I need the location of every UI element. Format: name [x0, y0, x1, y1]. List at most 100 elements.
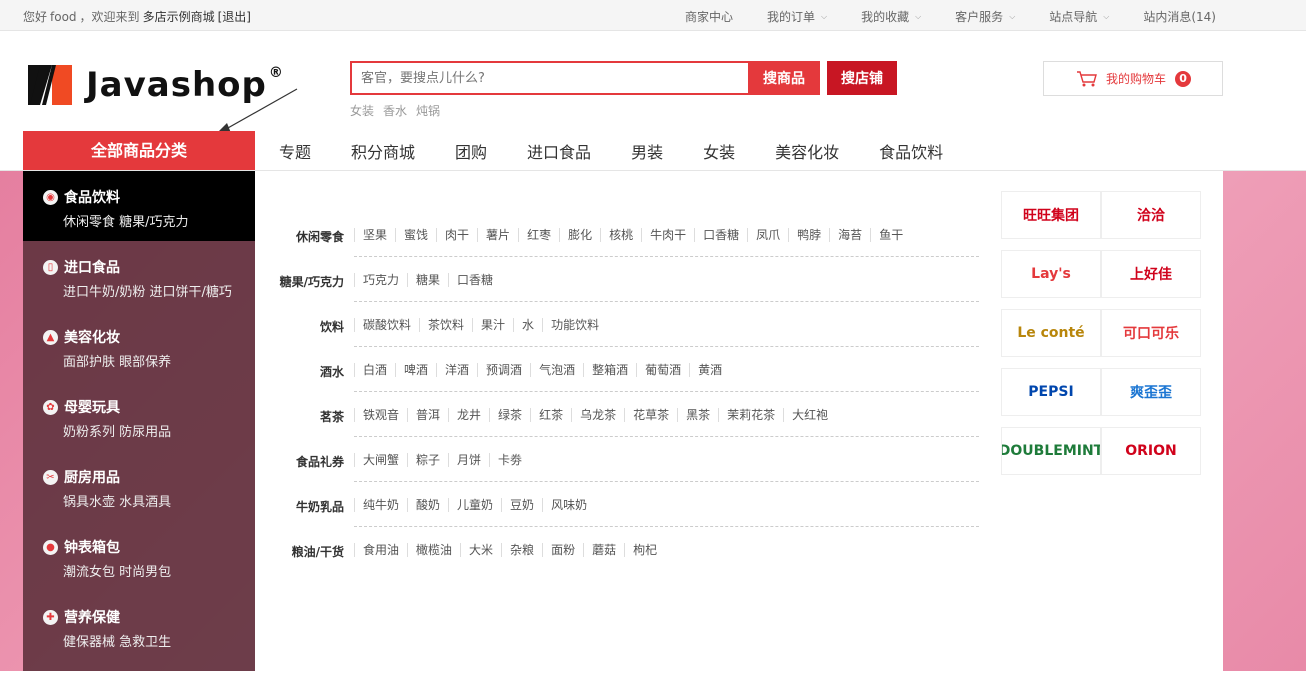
brand-logo[interactable]: 上好佳	[1101, 250, 1201, 298]
subcategory-title[interactable]: 牛奶乳品	[255, 486, 344, 531]
subcategory-link[interactable]: 豆奶	[501, 498, 542, 512]
category-item[interactable]: ✿ 母婴玩具 奶粉系列 防尿用品	[23, 381, 255, 451]
subcategory-link[interactable]: 红枣	[518, 228, 559, 242]
nav-item-3[interactable]: 进口食品	[527, 139, 591, 163]
subcategory-link[interactable]: 酸奶	[407, 498, 448, 512]
subcategory-link[interactable]: 牛肉干	[641, 228, 694, 242]
category-item[interactable]: ▲ 美容化妆 面部护肤 眼部保养	[23, 311, 255, 381]
subcategory-link[interactable]: 乌龙茶	[571, 408, 624, 422]
subcategory-link[interactable]: 橄榄油	[407, 543, 460, 557]
subcategory-link[interactable]: 果汁	[472, 318, 513, 332]
subcategory-title[interactable]: 食品礼券	[255, 441, 344, 486]
brand-logo[interactable]: 洽洽	[1101, 191, 1201, 239]
category-item[interactable]: ✂ 厨房用品 锅具水壶 水具酒具	[23, 451, 255, 521]
brand-logo[interactable]: DOUBLEMINT	[1001, 427, 1101, 475]
logout-link[interactable]: [退出]	[218, 10, 251, 24]
subcategory-link[interactable]: 黄酒	[689, 363, 730, 377]
subcategory-link[interactable]: 茶饮料	[419, 318, 472, 332]
category-item[interactable]: ▯ 进口食品 进口牛奶/奶粉 进口饼干/糖巧	[23, 241, 255, 311]
subcategory-link[interactable]: 巧克力	[354, 273, 407, 287]
subcategory-link[interactable]: 鸭脖	[788, 228, 829, 242]
subcategory-link[interactable]: 杂粮	[501, 543, 542, 557]
top-link-5[interactable]: 站内消息(14)	[1143, 8, 1216, 25]
subcategory-link[interactable]: 洋酒	[436, 363, 477, 377]
subcategory-link[interactable]: 凤爪	[747, 228, 788, 242]
subcategory-link[interactable]: 啤酒	[395, 363, 436, 377]
subcategory-link[interactable]: 碳酸饮料	[354, 318, 419, 332]
category-item[interactable]: ● 钟表箱包 潮流女包 时尚男包	[23, 521, 255, 591]
subcategory-link[interactable]: 膨化	[559, 228, 600, 242]
subcategory-link[interactable]: 功能饮料	[542, 318, 607, 332]
subcategory-title[interactable]: 饮料	[255, 306, 344, 351]
subcategory-link[interactable]: 坚果	[354, 228, 395, 242]
top-link-3[interactable]: 客户服务 ⌵	[955, 8, 1015, 25]
search-shop-button[interactable]: 搜店铺	[827, 61, 897, 95]
subcategory-link[interactable]: 普洱	[407, 408, 448, 422]
subcategory-title[interactable]: 糖果/巧克力	[255, 261, 344, 306]
subcategory-link[interactable]: 龙井	[448, 408, 489, 422]
brand-logo[interactable]: PEPSI	[1001, 368, 1101, 416]
nav-item-7[interactable]: 食品饮料	[879, 139, 943, 163]
brand-logo[interactable]: 爽歪歪	[1101, 368, 1201, 416]
subcategory-link[interactable]: 卡劵	[489, 453, 530, 467]
subcategory-title[interactable]: 休闲零食	[255, 216, 344, 261]
subcategory-link[interactable]: 花草茶	[624, 408, 677, 422]
subcategory-link[interactable]: 海苔	[829, 228, 870, 242]
hot-word-link[interactable]: 炖锅	[416, 102, 440, 119]
subcategory-link[interactable]: 蘑菇	[583, 543, 624, 557]
subcategory-link[interactable]: 葡萄酒	[636, 363, 689, 377]
top-link-1[interactable]: 我的订单 ⌵	[767, 8, 827, 25]
subcategory-link[interactable]: 铁观音	[354, 408, 407, 422]
subcategory-link[interactable]: 大红袍	[783, 408, 836, 422]
subcategory-link[interactable]: 黑茶	[677, 408, 718, 422]
subcategory-link[interactable]: 预调酒	[477, 363, 530, 377]
subcategory-link[interactable]: 蜜饯	[395, 228, 436, 242]
subcategory-link[interactable]: 薯片	[477, 228, 518, 242]
top-link-4[interactable]: 站点导航 ⌵	[1049, 8, 1109, 25]
brand-logo[interactable]: ORION	[1101, 427, 1201, 475]
subcategory-link[interactable]: 整箱酒	[583, 363, 636, 377]
subcategory-link[interactable]: 儿童奶	[448, 498, 501, 512]
subcategory-link[interactable]: 面粉	[542, 543, 583, 557]
subcategory-link[interactable]: 月饼	[448, 453, 489, 467]
search-goods-button[interactable]: 搜商品	[748, 61, 820, 95]
brand-logo[interactable]: Lay's	[1001, 250, 1101, 298]
all-categories-button[interactable]: 全部商品分类	[23, 131, 255, 171]
nav-item-0[interactable]: 专题	[279, 139, 311, 163]
subcategory-link[interactable]: 红茶	[530, 408, 571, 422]
subcategory-link[interactable]: 纯牛奶	[354, 498, 407, 512]
subcategory-link[interactable]: 气泡酒	[530, 363, 583, 377]
category-item[interactable]: ◉ 食品饮料 休闲零食 糖果/巧克力	[23, 171, 255, 241]
subcategory-link[interactable]: 口香糖	[448, 273, 501, 287]
nav-item-2[interactable]: 团购	[455, 139, 487, 163]
subcategory-link[interactable]: 粽子	[407, 453, 448, 467]
subcategory-link[interactable]: 水	[513, 318, 542, 332]
brand-logo[interactable]: Le conté	[1001, 309, 1101, 357]
nav-item-4[interactable]: 男装	[631, 139, 663, 163]
category-item[interactable]: ✚ 营养保健 健保器械 急救卫生	[23, 591, 255, 661]
subcategory-link[interactable]: 大米	[460, 543, 501, 557]
subcategory-link[interactable]: 糖果	[407, 273, 448, 287]
subcategory-link[interactable]: 食用油	[354, 543, 407, 557]
subcategory-link[interactable]: 大闸蟹	[354, 453, 407, 467]
subcategory-link[interactable]: 核桃	[600, 228, 641, 242]
search-input[interactable]	[350, 61, 748, 95]
brand-logo[interactable]: 可口可乐	[1101, 309, 1201, 357]
subcategory-link[interactable]: 枸杞	[624, 543, 665, 557]
subcategory-title[interactable]: 粮油/干货	[255, 531, 344, 576]
subcategory-link[interactable]: 茉莉花茶	[718, 408, 783, 422]
subcategory-title[interactable]: 酒水	[255, 351, 344, 396]
hot-word-link[interactable]: 香水	[383, 102, 407, 119]
subcategory-title[interactable]: 茗茶	[255, 396, 344, 441]
nav-item-6[interactable]: 美容化妆	[775, 139, 839, 163]
subcategory-link[interactable]: 绿茶	[489, 408, 530, 422]
subcategory-link[interactable]: 鱼干	[870, 228, 911, 242]
top-link-0[interactable]: 商家中心	[685, 8, 733, 25]
subcategory-link[interactable]: 肉干	[436, 228, 477, 242]
cart-button[interactable]: 我的购物车 0	[1043, 61, 1223, 96]
hot-word-link[interactable]: 女装	[350, 102, 374, 119]
subcategory-link[interactable]: 口香糖	[694, 228, 747, 242]
nav-item-1[interactable]: 积分商城	[351, 139, 415, 163]
subcategory-link[interactable]: 白酒	[354, 363, 395, 377]
top-link-2[interactable]: 我的收藏 ⌵	[861, 8, 921, 25]
